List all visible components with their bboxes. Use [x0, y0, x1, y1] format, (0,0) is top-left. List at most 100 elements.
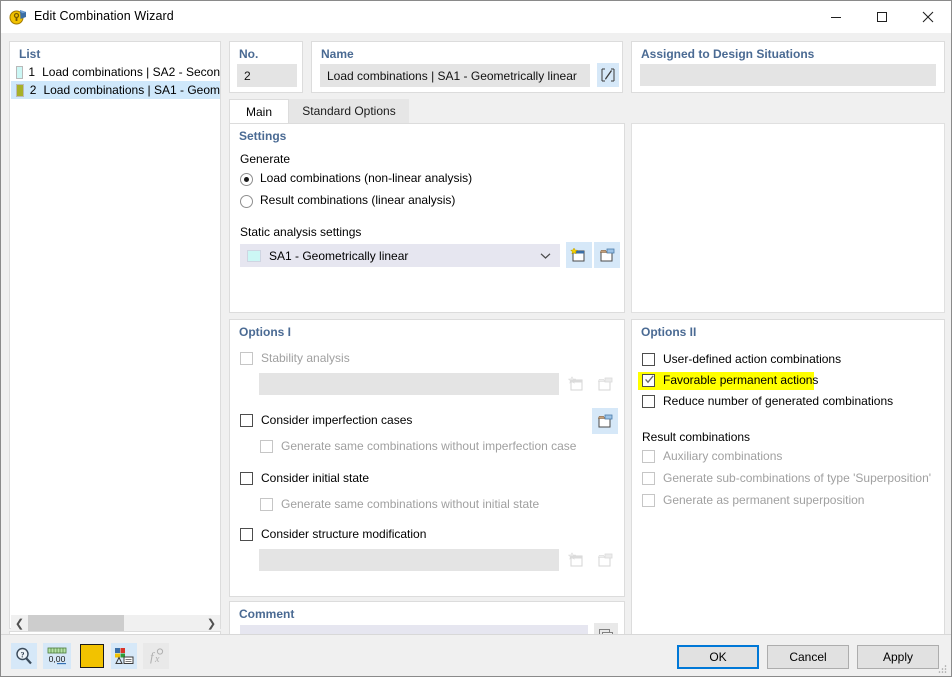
- checkbox-user-defined-action-combinations-label: User-defined action combinations: [663, 352, 842, 366]
- settings-panel-title: Settings: [239, 129, 287, 143]
- checkbox-consider-imperfection-cases-label: Consider imperfection cases: [261, 413, 413, 427]
- list-item[interactable]: 2 Load combinations | SA1 - Geom: [11, 81, 220, 99]
- structure-new-button: [564, 547, 590, 573]
- name-panel: Name Load combinations | SA1 - Geometric…: [311, 41, 623, 93]
- checkbox-generate-without-initial-state-label: Generate same combinations without initi…: [281, 497, 540, 511]
- list-item-color-swatch: [16, 65, 24, 79]
- generate-label: Generate: [240, 152, 291, 166]
- number-panel: No. 2: [229, 41, 303, 93]
- options-two-panel: Options II User-defined action combinati…: [631, 319, 945, 659]
- checkbox-favorable-permanent-actions-label: Favorable permanent actions: [663, 373, 819, 387]
- scrollbar-track[interactable]: [28, 615, 203, 632]
- ok-button[interactable]: OK: [677, 645, 759, 669]
- imperfection-edit-button[interactable]: [592, 408, 618, 434]
- checkbox-generate-as-permanent-superposition: [642, 494, 655, 507]
- preview-panel: [631, 123, 945, 313]
- formula-button: f x: [143, 643, 169, 669]
- edit-combination-wizard-window: Edit Combination Wizard List 1 Load comb…: [0, 0, 952, 677]
- list-item[interactable]: 1 Load combinations | SA2 - Secon: [11, 63, 220, 81]
- settings-panel: Settings Generate Load combinations (non…: [229, 123, 625, 313]
- assigned-design-situations-panel: Assigned to Design Situations: [631, 41, 945, 93]
- list-item-label: Load combinations | SA2 - Secon: [42, 65, 220, 79]
- options-two-title: Options II: [641, 325, 697, 339]
- checkbox-consider-structure-modification-label: Consider structure modification: [261, 527, 427, 541]
- title-bar: Edit Combination Wizard: [1, 1, 951, 33]
- dialog-footer: ? 0,00 f x OK Cancel Apply: [1, 634, 951, 676]
- radio-result-combinations[interactable]: [240, 195, 253, 208]
- checkbox-generate-sub-combinations-superposition: [642, 472, 655, 485]
- assigned-field[interactable]: [640, 64, 936, 86]
- combination-list[interactable]: 1 Load combinations | SA2 - Secon 2 Load…: [11, 63, 220, 614]
- radio-load-combinations[interactable]: [240, 173, 253, 186]
- scroll-left-arrow-icon[interactable]: ❮: [11, 615, 28, 632]
- checkbox-stability-analysis-label: Stability analysis: [261, 351, 350, 365]
- list-item-number: 1: [28, 65, 36, 79]
- options-one-panel: Options I Stability analysis Consider im…: [229, 319, 625, 597]
- checkbox-auxiliary-combinations: [642, 450, 655, 463]
- name-panel-title: Name: [321, 47, 354, 61]
- color-swatch-icon: [80, 644, 104, 668]
- checkbox-consider-initial-state-label: Consider initial state: [261, 471, 370, 485]
- close-button[interactable]: [905, 1, 951, 32]
- checkbox-generate-without-initial-state: [260, 498, 273, 511]
- static-analysis-settings-combo[interactable]: SA1 - Geometrically linear: [240, 244, 560, 267]
- checkmark-icon: [645, 375, 654, 384]
- static-analysis-new-button[interactable]: [566, 242, 592, 268]
- static-analysis-color-swatch: [247, 249, 261, 262]
- list-item-color-swatch: [16, 83, 24, 97]
- checkbox-consider-initial-state[interactable]: [240, 472, 253, 485]
- list-item-number: 2: [29, 83, 37, 97]
- chevron-down-icon[interactable]: [540, 249, 551, 263]
- color-swatch-button[interactable]: [79, 643, 105, 669]
- name-edit-button[interactable]: [597, 63, 619, 87]
- checkbox-generate-as-permanent-superposition-label: Generate as permanent superposition: [663, 493, 865, 507]
- help-search-button[interactable]: ?: [11, 643, 37, 669]
- static-analysis-settings-value: SA1 - Geometrically linear: [269, 248, 409, 263]
- scroll-right-arrow-icon[interactable]: ❯: [203, 615, 220, 632]
- cancel-button[interactable]: Cancel: [767, 645, 849, 669]
- list-item-label: Load combinations | SA1 - Geom: [43, 83, 220, 97]
- checkbox-auxiliary-combinations-label: Auxiliary combinations: [663, 449, 783, 463]
- svg-text:?: ?: [21, 650, 25, 659]
- checkbox-generate-without-imperfection-label: Generate same combinations without imper…: [281, 439, 577, 453]
- stability-edit-button: [592, 371, 618, 397]
- static-analysis-settings-label: Static analysis settings: [240, 225, 362, 239]
- resize-grip-icon[interactable]: [937, 663, 947, 673]
- options-one-title: Options I: [239, 325, 291, 339]
- scrollbar-thumb[interactable]: [28, 615, 124, 632]
- svg-text:x: x: [154, 654, 160, 665]
- checkbox-generate-sub-combinations-superposition-label: Generate sub-combinations of type 'Super…: [663, 471, 932, 485]
- number-format-button[interactable]: 0,00: [43, 643, 71, 669]
- svg-text:0,00: 0,00: [49, 654, 66, 664]
- comment-panel-title: Comment: [239, 607, 295, 621]
- checkbox-consider-structure-modification[interactable]: [240, 528, 253, 541]
- list-panel: List 1 Load combinations | SA2 - Secon 2…: [9, 41, 221, 632]
- checkbox-reduce-number-of-generated-combinations-label: Reduce number of generated combinations: [663, 394, 894, 408]
- result-combinations-label: Result combinations: [642, 430, 751, 444]
- tab-strip: Main Standard Options: [229, 99, 945, 123]
- tab-main[interactable]: Main: [229, 99, 289, 123]
- checkbox-user-defined-action-combinations[interactable]: [642, 353, 655, 366]
- number-field[interactable]: 2: [237, 64, 297, 87]
- radio-result-combinations-label: Result combinations (linear analysis): [260, 193, 456, 207]
- structure-edit-button: [592, 547, 618, 573]
- apply-button[interactable]: Apply: [857, 645, 939, 669]
- minimize-button[interactable]: [813, 1, 859, 32]
- checkbox-consider-imperfection-cases[interactable]: [240, 414, 253, 427]
- dialog-body: List 1 Load combinations | SA2 - Secon 2…: [1, 33, 951, 659]
- static-analysis-edit-button[interactable]: [594, 242, 620, 268]
- tab-standard-options[interactable]: Standard Options: [289, 99, 409, 123]
- display-properties-button[interactable]: [111, 643, 137, 669]
- combination-wizard-icon: [9, 8, 28, 26]
- stability-analysis-field: [259, 373, 559, 395]
- number-panel-title: No.: [239, 47, 259, 61]
- structure-modification-field: [259, 549, 559, 571]
- assigned-panel-title: Assigned to Design Situations: [641, 47, 815, 61]
- window-title: Edit Combination Wizard: [34, 9, 174, 23]
- list-horizontal-scrollbar[interactable]: ❮ ❯: [11, 615, 220, 632]
- name-field[interactable]: Load combinations | SA1 - Geometrically …: [320, 64, 590, 87]
- maximize-button[interactable]: [859, 1, 905, 32]
- checkbox-favorable-permanent-actions[interactable]: [642, 374, 655, 387]
- checkbox-reduce-number-of-generated-combinations[interactable]: [642, 395, 655, 408]
- stability-new-button: [564, 371, 590, 397]
